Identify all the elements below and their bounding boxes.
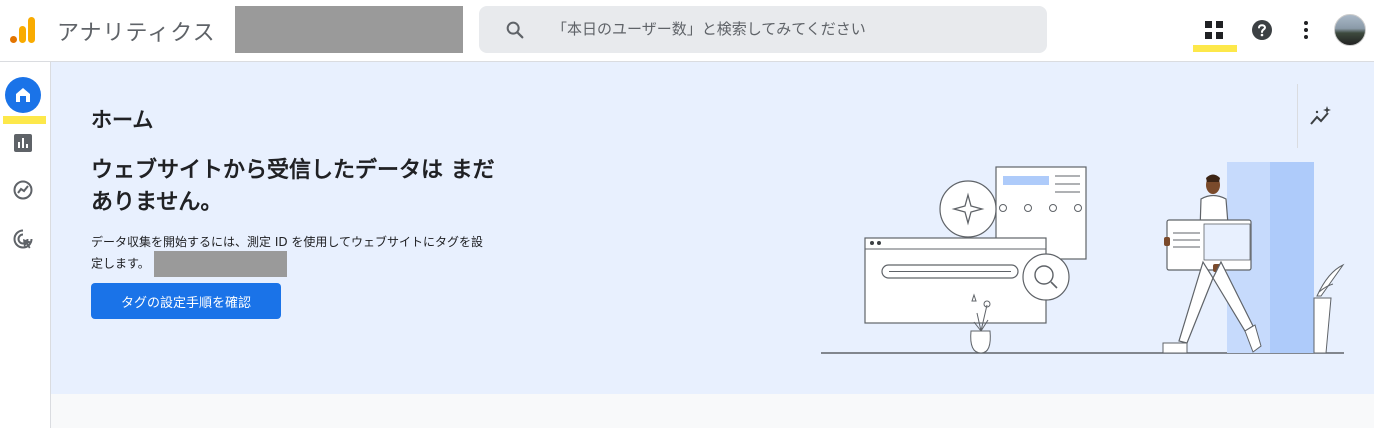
top-app-bar: アナリティクス 「本日のユーザー数」と検索してみてください <box>0 0 1374 62</box>
nav-home-button[interactable] <box>5 77 41 113</box>
account-selector[interactable] <box>235 6 463 53</box>
nav-explore-button[interactable] <box>12 179 34 201</box>
empty-state-banner: ホーム ウェブサイトから受信したデータは まだありません。 データ収集を開始する… <box>51 62 1374 394</box>
search-input[interactable]: 「本日のユーザー数」と検索してみてください <box>552 18 866 39</box>
highlight-marker <box>1193 45 1237 52</box>
empty-state-description-text: データ収集を開始するには、測定 ID を使用してウェブサイトにタグを設定します。 <box>91 235 484 271</box>
apps-button[interactable] <box>1202 18 1226 42</box>
view-tag-instructions-button[interactable]: タグの設定手順を確認 <box>91 283 281 319</box>
left-navigation <box>0 62 51 428</box>
nav-reports-button[interactable] <box>12 132 34 154</box>
insights-sparkle-icon[interactable] <box>1308 104 1334 130</box>
empty-state-headline: ウェブサイトから受信したデータは まだありません。 <box>91 158 495 215</box>
empty-state-illustration <box>821 162 1345 354</box>
avatar[interactable] <box>1334 14 1366 46</box>
highlight-marker <box>3 116 46 124</box>
main-content: ホーム ウェブサイトから受信したデータは まだありません。 データ収集を開始する… <box>51 62 1374 428</box>
more-options-button[interactable] <box>1294 18 1318 42</box>
measurement-id-redacted <box>153 251 287 277</box>
search-icon <box>506 21 524 39</box>
app-title: アナリティクス <box>57 21 216 46</box>
more-vert-icon <box>1304 21 1308 39</box>
home-icon <box>16 88 30 102</box>
nav-advertising-button[interactable] <box>12 228 34 250</box>
help-button[interactable] <box>1250 18 1274 42</box>
analytics-logo-icon[interactable] <box>9 16 37 44</box>
divider <box>1297 84 1298 148</box>
empty-state-description: データ収集を開始するには、測定 ID を使用してウェブサイトにタグを設定します。 <box>91 233 491 277</box>
page-title: ホーム <box>91 108 154 132</box>
explore-icon <box>13 180 33 200</box>
target-cursor-icon <box>13 229 33 249</box>
search-bar[interactable]: 「本日のユーザー数」と検索してみてください <box>479 6 1047 53</box>
help-icon <box>1252 20 1272 40</box>
apps-grid-icon <box>1205 21 1223 39</box>
bar-chart-icon <box>14 134 32 152</box>
